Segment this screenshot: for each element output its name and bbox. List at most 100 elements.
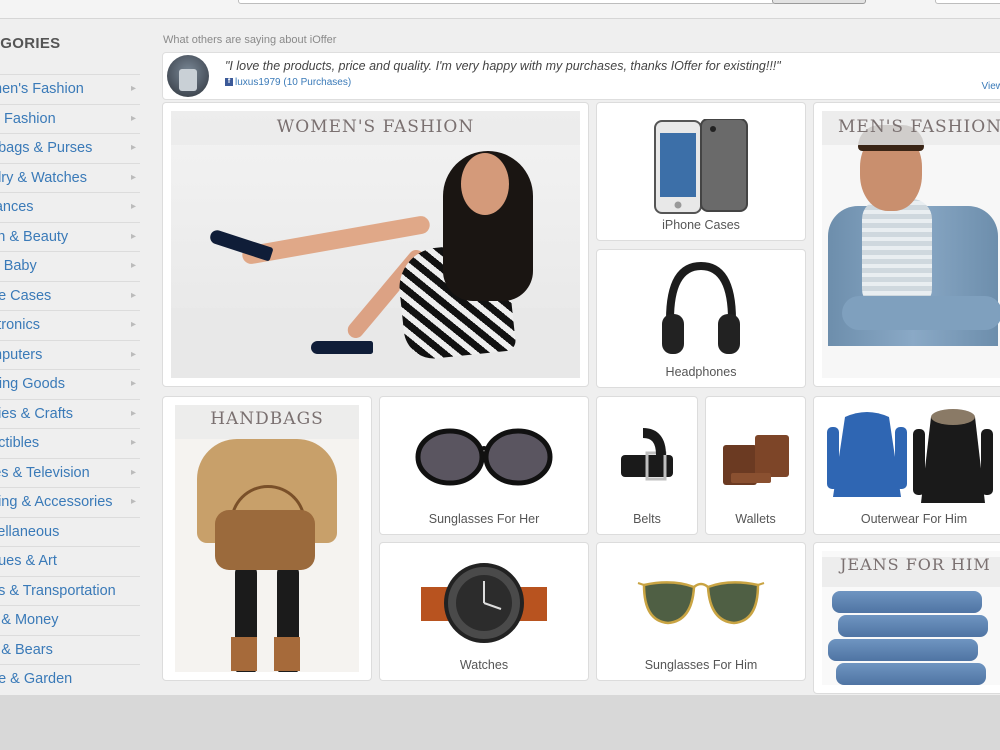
top-search-bar — [0, 0, 1000, 19]
sidebar-item[interactable]: rting Goods ▸ — [0, 369, 140, 399]
tile-mens-fashion[interactable]: MEN'S FASHION — [813, 102, 1000, 387]
tile-wallets[interactable]: Wallets — [705, 396, 806, 535]
sidebar-item[interactable]: cellaneous — [0, 516, 140, 547]
sidebar-item[interactable]: os & Transportation — [0, 575, 140, 606]
tile-watches[interactable]: Watches — [379, 542, 589, 681]
sidebar-item-label: elry & Watches — [0, 169, 87, 186]
mens-fashion-image — [822, 111, 1000, 378]
chevron-right-icon: ▸ — [130, 260, 136, 271]
sunglasses-him-label: Sunglasses For Him — [644, 658, 758, 672]
sidebar-item-label: s & Bears — [0, 641, 53, 658]
tile-belts[interactable]: Belts — [596, 396, 698, 535]
sidebar-item-label: ectibles — [0, 435, 40, 451]
sidebar-item-label: ques & Art — [0, 553, 57, 569]
sidebar-item[interactable]: bies & Crafts ▸ — [0, 398, 140, 429]
sidebar-item-label: rances — [0, 199, 34, 215]
tile-womens-fashion[interactable]: WOMEN'S FASHION — [162, 102, 589, 387]
chevron-right-icon: ▸ — [130, 289, 136, 301]
womens-fashion-image — [171, 111, 580, 378]
outerwear-label: Outerwear For Him — [860, 512, 968, 526]
iphone-cases-image — [654, 119, 748, 214]
headphones-label: Headphones — [665, 365, 737, 379]
sidebar-item-label: dbags & Purses — [0, 140, 93, 156]
chevron-right-icon: ▸ — [130, 496, 136, 507]
jeans-title: JEANS FOR HIM — [840, 555, 991, 574]
chevron-right-icon: ▸ — [130, 466, 136, 478]
sidebar-item-label: lth & Beauty — [0, 228, 69, 245]
sidebar-item-label: ne Cases — [0, 287, 52, 304]
tile-jeans-for-him[interactable]: JEANS FOR HIM — [813, 542, 1000, 694]
search-input[interactable] — [238, 0, 775, 4]
watches-image — [421, 563, 547, 643]
headphones-image — [662, 261, 740, 354]
search-button[interactable] — [772, 0, 866, 4]
sidebar-item[interactable]: s & Bears — [0, 634, 140, 665]
sidebar-item-label: & Baby — [0, 258, 37, 274]
sidebar-item-label: rting Goods — [0, 376, 65, 392]
sidebar-item[interactable]: 's Fashion ▸ — [0, 103, 140, 134]
tile-headphones[interactable]: Headphones — [596, 249, 806, 388]
wallets-image — [722, 435, 789, 485]
tile-sunglasses-for-her[interactable]: Sunglasses For Her — [379, 396, 589, 535]
sidebar-item[interactable]: dbags & Purses ▸ — [0, 133, 140, 163]
sidebar-item-label: 's Fashion — [0, 110, 56, 127]
sidebar-item[interactable]: ques & Art — [0, 546, 140, 576]
iphone-cases-label: iPhone Cases — [662, 218, 740, 232]
chevron-right-icon: ▸ — [130, 319, 136, 330]
sunglasses-her-label: Sunglasses For Her — [428, 512, 540, 526]
belts-image — [621, 428, 673, 481]
sidebar-item-label: ne & Garden — [0, 671, 73, 687]
sidebar-item[interactable]: & Baby ▸ — [0, 251, 140, 281]
testimonial-label: What others are saying about iOffer — [163, 34, 337, 46]
testimonial-user-link[interactable]: luxus1979 (10 Purchases) — [235, 77, 351, 88]
chevron-right-icon: ▸ — [130, 142, 136, 153]
page: EGORIES men's Fashion▸'s Fashion▸dbags &… — [0, 0, 1000, 695]
sidebar-item-label: os & Transportation — [0, 582, 116, 599]
sidebar-item-label: ctronics — [0, 317, 40, 333]
categories-title: EGORIES — [0, 35, 61, 52]
tile-outerwear-for-him[interactable]: Outerwear For Him — [813, 396, 1000, 535]
top-right-field[interactable] — [935, 0, 1000, 4]
sidebar-item[interactable]: ies & Television ▸ — [0, 457, 140, 488]
watches-label: Watches — [459, 658, 509, 672]
chevron-right-icon: ▸ — [130, 230, 136, 242]
avatar — [167, 55, 209, 97]
tile-sunglasses-for-him[interactable]: Sunglasses For Him — [596, 542, 806, 681]
chevron-right-icon: ▸ — [130, 83, 136, 94]
sidebar-item-label: hing & Accessories — [0, 494, 113, 510]
chevron-right-icon: ▸ — [130, 378, 136, 389]
tile-iphone-cases[interactable]: iPhone Cases — [596, 102, 806, 241]
sidebar-item[interactable]: lth & Beauty ▸ — [0, 221, 140, 252]
handbags-title: HANDBAGS — [210, 409, 324, 429]
testimonial-quote: "I love the products, price and quality.… — [225, 59, 781, 73]
sunglasses-him-image — [637, 581, 765, 625]
sidebar-item[interactable]: elry & Watches ▸ — [0, 162, 140, 193]
sunglasses-her-image — [415, 428, 553, 486]
sidebar-item[interactable]: ne & Garden — [0, 664, 140, 694]
sidebar-item[interactable]: rances ▸ — [0, 192, 140, 222]
chevron-right-icon: ▸ — [130, 112, 136, 124]
view-link[interactable]: View — [982, 81, 1000, 92]
sidebar-item[interactable]: mputers ▸ — [0, 339, 140, 370]
mens-fashion-title: MEN'S FASHION — [838, 117, 1000, 137]
wallets-label: Wallets — [735, 512, 776, 526]
womens-fashion-title: WOMEN'S FASHION — [276, 117, 475, 137]
facebook-icon: f — [225, 78, 233, 87]
chevron-right-icon: ▸ — [130, 171, 136, 183]
sidebar-item-label: men's Fashion — [0, 81, 84, 97]
outerwear-image — [827, 409, 993, 503]
sidebar-item[interactable]: ctronics ▸ — [0, 310, 140, 340]
sidebar-item[interactable]: men's Fashion ▸ — [0, 74, 140, 104]
chevron-right-icon: ▸ — [130, 348, 136, 360]
handbags-image — [175, 405, 359, 672]
sidebar-item[interactable]: s & Money — [0, 605, 140, 635]
sidebar-item[interactable]: ne Cases ▸ — [0, 280, 140, 311]
sidebar-item-label: s & Money — [0, 612, 59, 628]
testimonial-box: "I love the products, price and quality.… — [162, 52, 1000, 100]
sidebar-item[interactable]: ectibles ▸ — [0, 428, 140, 458]
tile-handbags[interactable]: HANDBAGS — [162, 396, 372, 681]
sidebar-item[interactable]: hing & Accessories ▸ — [0, 487, 140, 517]
sidebar-item-label: cellaneous — [0, 523, 60, 540]
categories-sidebar: EGORIES men's Fashion▸'s Fashion▸dbags &… — [0, 32, 140, 694]
chevron-right-icon: ▸ — [130, 407, 136, 419]
